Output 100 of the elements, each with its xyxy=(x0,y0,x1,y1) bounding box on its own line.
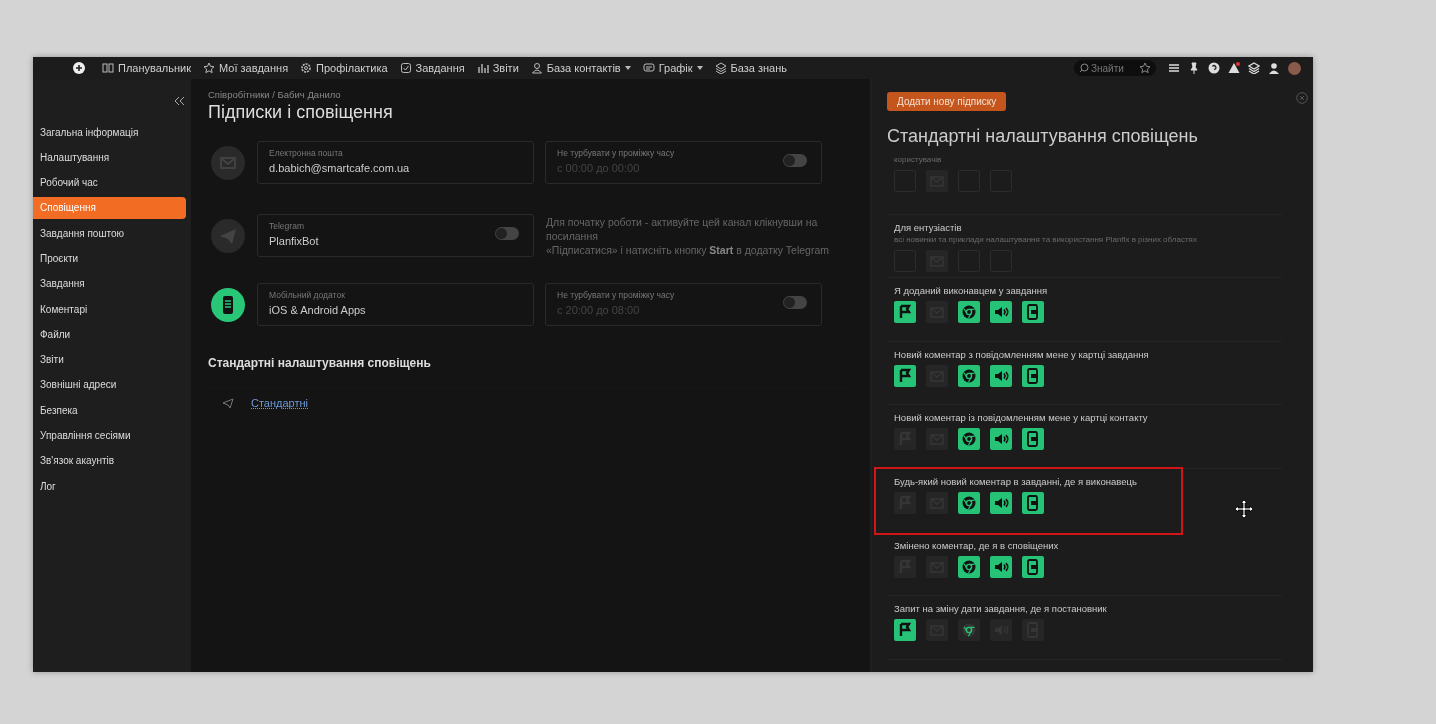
sidebar-item[interactable]: Загальна інформація xyxy=(33,121,186,143)
sidebar-item[interactable]: Завдання xyxy=(33,272,186,295)
channel-field[interactable]: Електронна пошта d.babich@smartcafe.com.ua xyxy=(257,141,534,184)
browser-toggle[interactable] xyxy=(958,555,980,578)
flag-toggle[interactable] xyxy=(894,555,916,578)
channel-field[interactable]: Мобільний додаток iOS & Android Apps xyxy=(257,283,534,326)
sidebar-item[interactable]: Налаштування xyxy=(33,146,186,169)
caret-icon xyxy=(696,66,703,70)
help-icon[interactable] xyxy=(1208,62,1220,74)
mobile-toggle[interactable] xyxy=(1022,555,1044,578)
email-toggle[interactable] xyxy=(926,491,948,514)
email-toggle[interactable] xyxy=(926,619,948,642)
sidebar-item[interactable]: Коментарі xyxy=(33,298,186,321)
email-toggle[interactable] xyxy=(926,364,948,387)
chart-icon xyxy=(476,62,489,74)
toggle-switch[interactable] xyxy=(783,154,807,167)
sound-toggle[interactable] xyxy=(990,619,1012,642)
subscription-title: Запит на зміну дати завдання, де я постановник xyxy=(894,603,1108,615)
subscription-title: Новий коментар із повідомленням мене у картці контакту xyxy=(894,412,1149,424)
sidebar-item[interactable]: Проєкти xyxy=(33,247,186,270)
browser-toggle[interactable] xyxy=(958,428,980,451)
sound-toggle[interactable] xyxy=(990,301,1012,324)
panel-title: Стандартні налаштування сповіщень xyxy=(887,126,1199,147)
subscription-description: користувачів xyxy=(894,155,943,164)
subscription-title: Я доданий виконавцем у завдання xyxy=(894,285,1049,297)
move-cursor-icon xyxy=(1234,499,1254,519)
add-icon[interactable] xyxy=(73,62,85,74)
sound-toggle[interactable] xyxy=(990,555,1012,578)
sound-toggle[interactable] xyxy=(990,364,1012,387)
layers-icon xyxy=(714,62,727,74)
email-toggle[interactable] xyxy=(926,428,948,451)
browser-toggle[interactable] xyxy=(958,364,980,387)
caret-icon xyxy=(624,66,631,70)
checkbox-icon xyxy=(399,62,412,74)
nav-link[interactable]: Звіти xyxy=(471,62,524,74)
layers-icon[interactable] xyxy=(1248,62,1260,74)
sidebar-item[interactable]: Файли xyxy=(33,323,186,346)
avatar[interactable] xyxy=(1288,61,1301,75)
menu-icon[interactable] xyxy=(1168,62,1180,74)
breadcrumb[interactable]: Співробітники / Бабич Данило xyxy=(208,89,853,100)
email-toggle[interactable] xyxy=(926,301,948,324)
mobile-toggle[interactable] xyxy=(1022,491,1044,514)
sidebar-item[interactable]: Зв'язок акаунтів xyxy=(33,449,186,472)
flag-toggle[interactable] xyxy=(894,619,916,642)
default-link[interactable]: Стандартні xyxy=(251,397,309,409)
hint-text: Для початку роботи - активуйте цей канал клікнувши на посилання «Підписатися» і натисніть кнопку Start в додатку Telegram xyxy=(546,214,831,257)
pin-icon[interactable] xyxy=(1188,62,1200,74)
nav-link[interactable]: База контактів xyxy=(525,62,636,74)
mobile-toggle[interactable] xyxy=(1022,364,1044,387)
gear-icon xyxy=(300,62,313,74)
columns-icon xyxy=(102,62,114,74)
mobile-toggle[interactable] xyxy=(1022,619,1044,642)
paper-plane-icon xyxy=(222,397,234,409)
sound-toggle[interactable] xyxy=(990,428,1012,451)
subscription-title: Новий коментар з повідомленням мене у картці завдання xyxy=(894,348,1150,360)
sidebar-item[interactable]: Зовнішні адреси xyxy=(33,373,186,396)
add-subscription-button[interactable]: Додати нову підписку xyxy=(887,92,1007,111)
sidebar-item[interactable]: Лог xyxy=(33,475,186,498)
flag-toggle[interactable] xyxy=(894,364,916,387)
browser-toggle[interactable] xyxy=(958,491,980,514)
section-title: Стандартні налаштування сповіщень xyxy=(208,356,432,370)
nav-link[interactable]: База знань xyxy=(709,62,793,74)
sidebar-item[interactable]: Звіти xyxy=(33,348,186,371)
alert-icon[interactable] xyxy=(1228,62,1240,74)
sound-toggle[interactable] xyxy=(990,491,1012,514)
nav-link[interactable]: Графік xyxy=(637,62,708,74)
subscription-description: всі новинки та приклади налаштування та використання Planfix в різних областях xyxy=(894,234,1198,244)
browser-toggle[interactable] xyxy=(958,301,980,324)
flag-toggle[interactable] xyxy=(894,428,916,451)
email-toggle[interactable] xyxy=(926,249,948,272)
sidebar-item[interactable]: Робочий час xyxy=(33,171,186,194)
nav-link[interactable]: Завдання xyxy=(394,62,470,74)
sidebar-item[interactable]: Безпека xyxy=(33,399,186,422)
email-toggle[interactable] xyxy=(926,555,948,578)
search-field[interactable]: Знайти xyxy=(1074,60,1156,76)
sidebar-item[interactable]: Управління сесіями xyxy=(33,424,186,447)
chat-icon xyxy=(642,62,655,74)
search-icon xyxy=(1079,63,1089,73)
mobile-toggle[interactable] xyxy=(1022,301,1044,324)
subscription-title: Змінено коментар, де я в сповіщених xyxy=(894,539,1060,551)
email-toggle[interactable] xyxy=(926,170,948,192)
flag-toggle[interactable] xyxy=(894,491,916,514)
sidebar-item[interactable]: Завдання поштою xyxy=(33,222,186,245)
subscription-title: Для ентузіастів xyxy=(894,221,963,233)
flag-toggle[interactable] xyxy=(894,301,916,324)
star-icon[interactable] xyxy=(1139,62,1151,74)
collapse-icon[interactable] xyxy=(173,95,185,107)
toggle-switch[interactable] xyxy=(495,227,519,240)
toggle-switch[interactable] xyxy=(783,296,807,309)
nav-link[interactable]: Планувальник xyxy=(97,62,197,74)
subscription-title: Будь-який новий коментар в завданні, де я виконавець xyxy=(894,475,1138,487)
nav-link[interactable]: Профілактика xyxy=(295,62,393,74)
browser-toggle[interactable] xyxy=(958,619,980,642)
page-title: Підписки і сповіщення xyxy=(208,102,394,123)
nav-link[interactable]: Мої завдання xyxy=(198,62,294,74)
channel-field[interactable]: Telegram PlanfixBot xyxy=(257,214,534,257)
star-icon xyxy=(203,62,216,74)
user-icon[interactable] xyxy=(1268,62,1280,74)
mobile-toggle[interactable] xyxy=(1022,428,1044,451)
person-icon xyxy=(530,62,543,74)
